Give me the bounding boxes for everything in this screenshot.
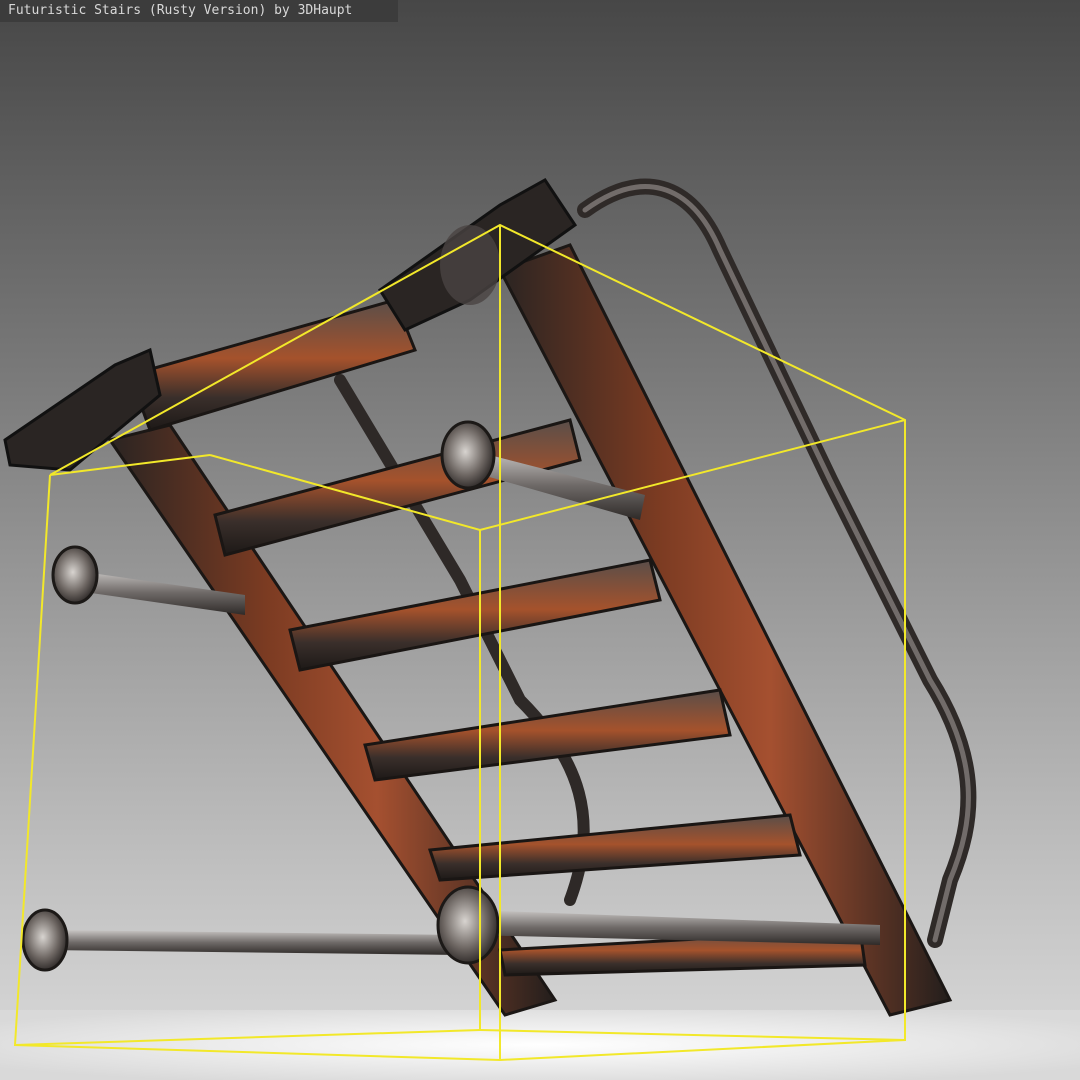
floor-plane bbox=[0, 1010, 1080, 1080]
3d-viewport[interactable] bbox=[0, 0, 1080, 1080]
model-title: Futuristic Stairs (Rusty Version) by 3DH… bbox=[0, 0, 398, 22]
